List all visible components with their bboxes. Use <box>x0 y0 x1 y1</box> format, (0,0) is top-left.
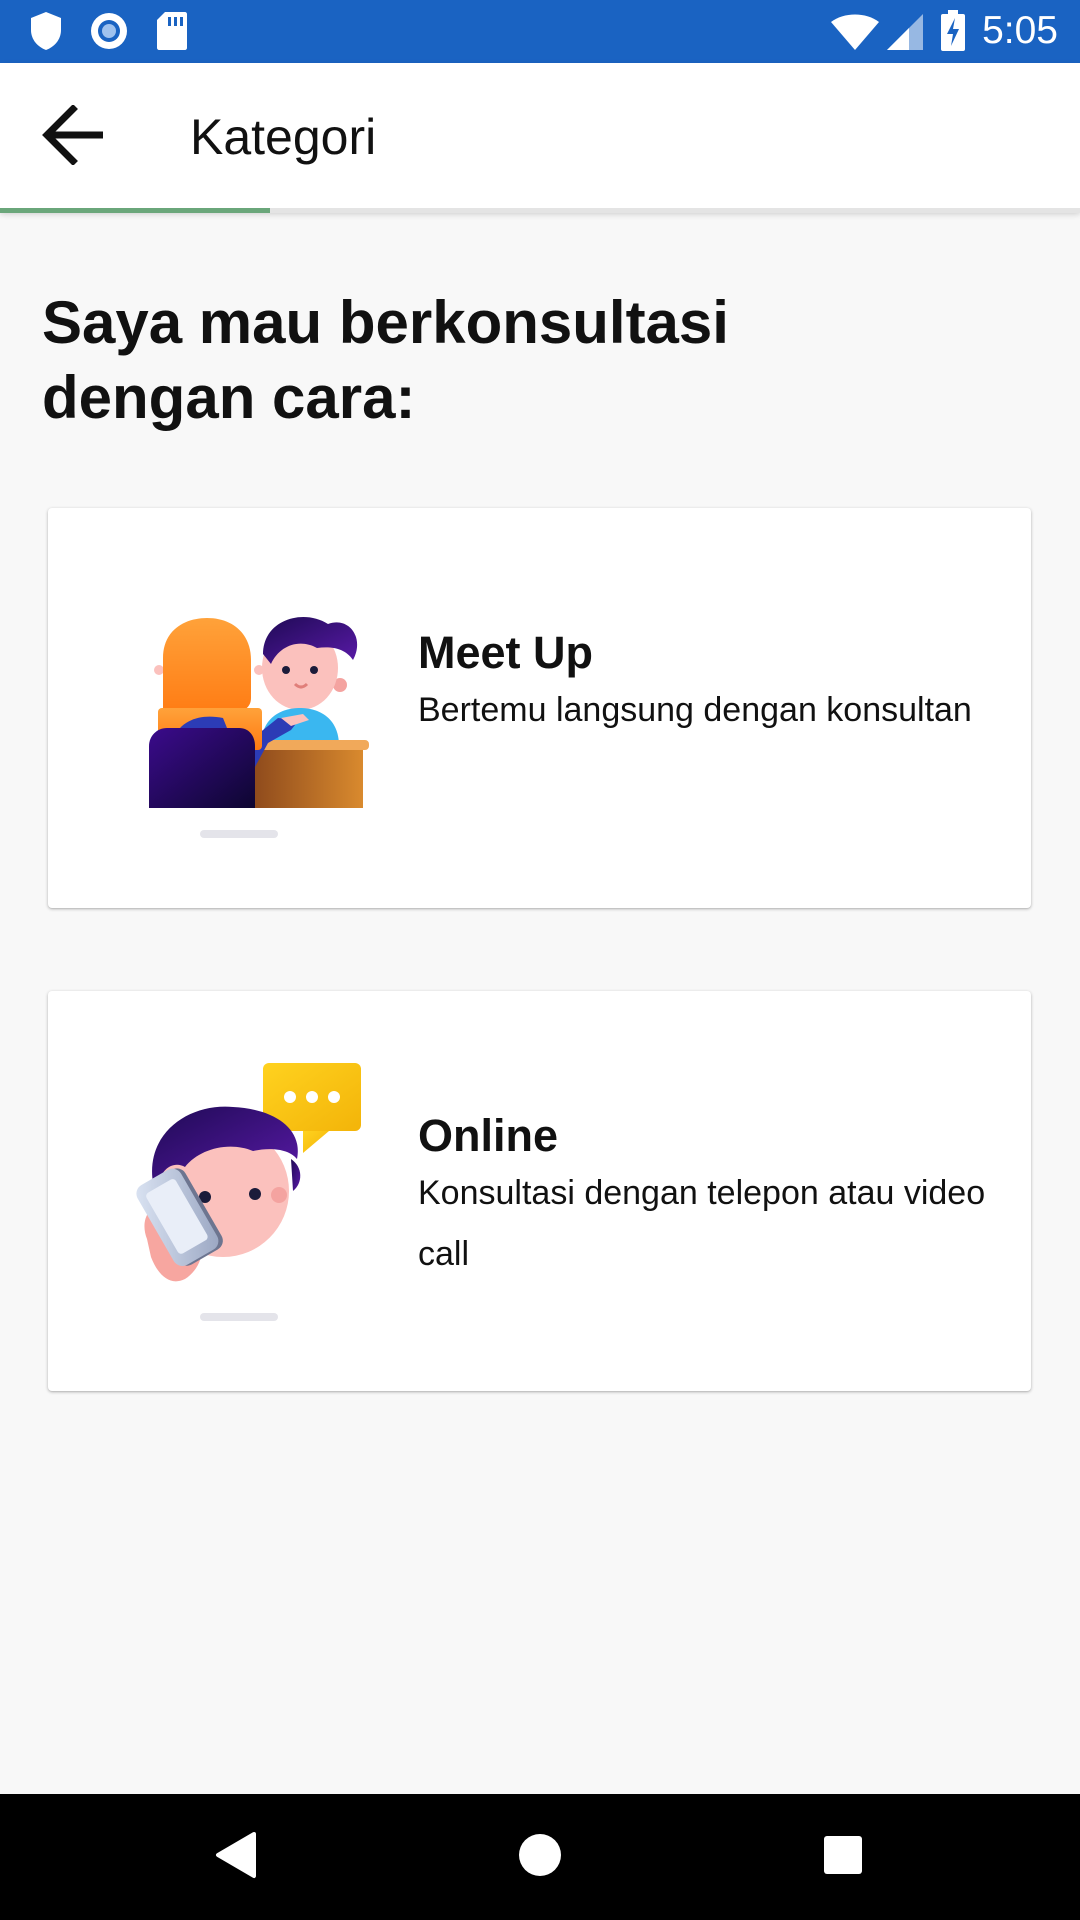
option-description: Bertemu langsung dengan konsultan <box>418 691 972 729</box>
option-description: Konsultasi dengan telepon atau video cal… <box>418 1174 986 1273</box>
nav-recents-button[interactable] <box>808 1822 878 1892</box>
circle-record-icon <box>88 10 130 52</box>
option-card-meet-up[interactable]: Meet Up Bertemu langsung dengan konsulta… <box>48 508 1031 908</box>
app-bar: Kategori <box>0 63 1080 211</box>
back-button[interactable] <box>30 93 118 181</box>
progress-bar <box>0 208 1080 213</box>
recents-square-icon <box>822 1834 864 1881</box>
nav-back-button[interactable] <box>200 1822 270 1892</box>
arrow-left-icon <box>41 103 107 170</box>
meetup-illustration-icon <box>103 568 373 838</box>
option-title: Online <box>418 1110 559 1161</box>
system-nav-bar <box>0 1794 1080 1920</box>
option-title: Meet Up <box>418 627 594 678</box>
progress-bar-fill <box>0 208 270 213</box>
page-title: Kategori <box>190 109 377 165</box>
option-card-online[interactable]: Online Konsultasi dengan telepon atau vi… <box>48 991 1031 1391</box>
home-circle-icon <box>517 1832 563 1883</box>
shield-icon <box>28 10 64 52</box>
option-text: Online Konsultasi dengan telepon atau vi… <box>418 1109 998 1285</box>
battery-charging-icon <box>940 10 966 52</box>
status-time: 5:05 <box>982 9 1058 52</box>
option-text: Meet Up Bertemu langsung dengan konsulta… <box>418 626 998 741</box>
question-heading: Saya mau berkonsultasi dengan cara: <box>42 289 729 431</box>
sd-card-icon <box>155 10 189 52</box>
nav-home-button[interactable] <box>505 1822 575 1892</box>
back-triangle-icon <box>212 1830 258 1885</box>
signal-icon <box>885 12 925 54</box>
status-bar: 5:05 <box>0 0 1080 63</box>
phone-call-illustration-icon <box>103 1051 373 1321</box>
wifi-icon <box>830 12 880 54</box>
